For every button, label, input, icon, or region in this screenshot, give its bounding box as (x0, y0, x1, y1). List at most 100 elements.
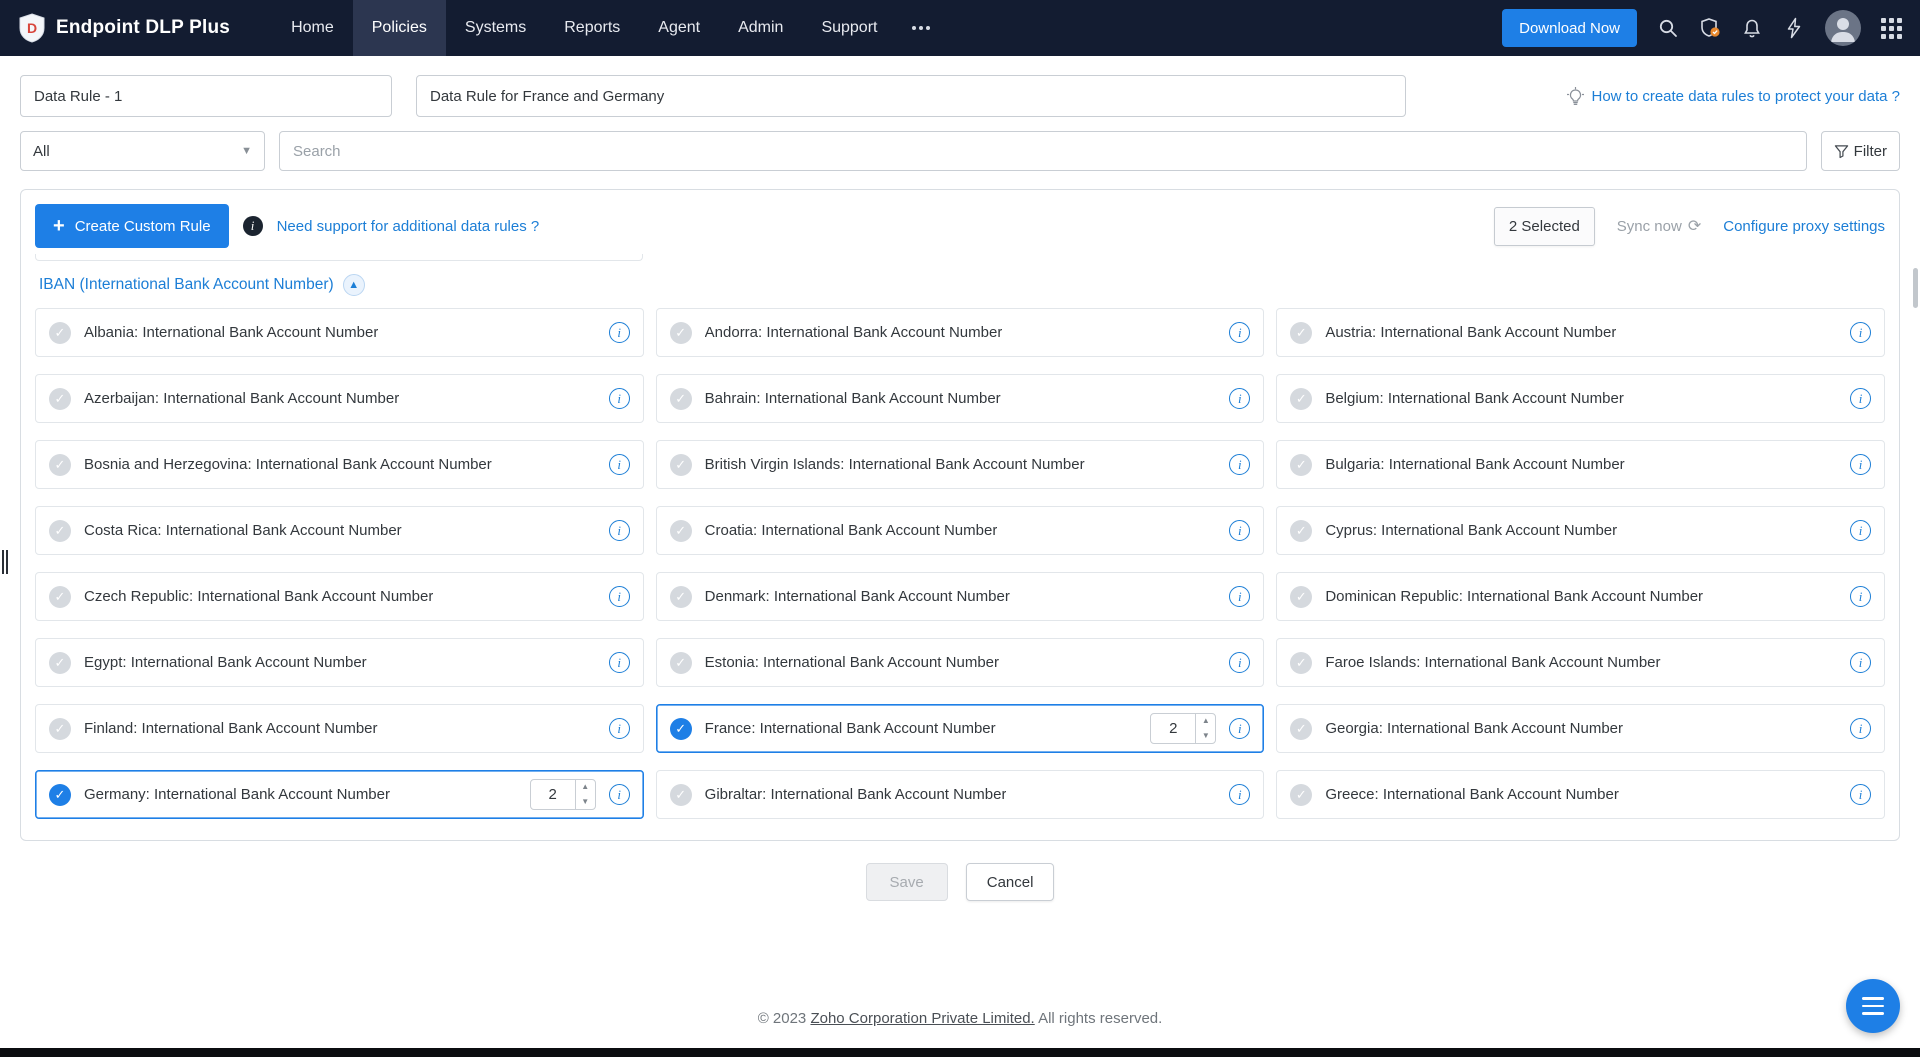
cancel-button[interactable]: Cancel (965, 863, 1055, 901)
create-custom-rule-button[interactable]: + Create Custom Rule (35, 204, 229, 248)
data-rule-card[interactable]: ✓ Bosnia and Herzegovina: International B… (35, 440, 644, 489)
search-icon[interactable] (1657, 17, 1679, 39)
rule-checkbox-icon[interactable]: ✓ (669, 783, 692, 806)
rule-checkbox-icon[interactable]: ✓ (1290, 453, 1313, 476)
save-button[interactable]: Save (865, 863, 948, 901)
rule-info-icon[interactable]: i (608, 652, 630, 673)
data-rule-card[interactable]: ✓ British Virgin Islands: International B… (655, 440, 1265, 489)
additional-rules-support-link[interactable]: Need support for additional data rules ? (277, 218, 540, 235)
rule-info-icon[interactable]: i (1229, 388, 1251, 409)
rule-checkbox-checked-icon[interactable]: ✓ (669, 717, 692, 740)
rule-info-icon[interactable]: i (1850, 454, 1871, 475)
rule-checkbox-icon[interactable]: ✓ (669, 321, 692, 344)
rule-info-icon[interactable]: i (1229, 586, 1251, 607)
nav-item-support[interactable]: Support (802, 0, 896, 56)
rule-info-icon[interactable]: i (1850, 322, 1871, 343)
data-rule-card[interactable]: ✓ Croatia: International Bank Account Num… (655, 506, 1265, 555)
rule-checkbox-icon[interactable]: ✓ (1290, 717, 1313, 740)
data-rule-card[interactable]: ✓ Czech Republic: International Bank Acco… (35, 572, 644, 621)
user-avatar[interactable] (1825, 10, 1861, 46)
data-rule-card[interactable]: ✓ Bulgaria: International Bank Account Nu… (1276, 440, 1885, 489)
rule-checkbox-icon[interactable]: ✓ (1290, 387, 1313, 410)
rule-info-icon[interactable]: i (1229, 718, 1251, 739)
rule-info-icon[interactable]: i (1850, 586, 1871, 607)
notifications-bell-icon[interactable] (1741, 17, 1763, 39)
filter-button[interactable]: Filter (1820, 131, 1900, 171)
data-rule-card[interactable]: ✓ Austria: International Bank Account Num… (1276, 308, 1885, 357)
rule-info-icon[interactable]: i (608, 784, 630, 805)
nav-item-reports[interactable]: Reports (545, 0, 639, 56)
zoho-corporation-link[interactable]: Zoho Corporation Private Limited. (810, 1010, 1034, 1027)
left-panel-drag-handle[interactable] (0, 545, 9, 579)
rule-checkbox-icon[interactable]: ✓ (49, 321, 71, 344)
nav-item-home[interactable]: Home (272, 0, 353, 56)
data-rule-card[interactable]: ✓ Belgium: International Bank Account Num… (1276, 374, 1885, 423)
data-rule-card[interactable]: ✓ Greece: International Bank Account Numb… (1276, 770, 1885, 819)
data-rule-card[interactable]: ✓ Dominican Republic: International Bank … (1276, 572, 1885, 621)
rule-name-input[interactable] (20, 75, 392, 117)
data-rule-card[interactable]: ✓ Faroe Islands: International Bank Accou… (1276, 638, 1885, 687)
rule-info-icon[interactable]: i (1229, 322, 1251, 343)
rule-info-icon[interactable]: i (1850, 388, 1871, 409)
help-link[interactable]: How to create data rules to protect your… (1567, 86, 1900, 106)
download-now-button[interactable]: Download Now (1502, 9, 1637, 47)
rule-info-icon[interactable]: i (1229, 784, 1251, 805)
rule-info-icon[interactable]: i (608, 520, 630, 541)
rule-checkbox-icon[interactable]: ✓ (49, 453, 71, 476)
data-rule-card[interactable]: ✓ Egypt: International Bank Account Numbe… (35, 638, 644, 687)
rule-info-icon[interactable]: i (1229, 652, 1251, 673)
rule-checkbox-icon[interactable]: ✓ (49, 519, 71, 542)
quick-actions-lightning-icon[interactable] (1783, 17, 1805, 39)
rule-info-icon[interactable]: i (1850, 784, 1871, 805)
category-dropdown[interactable]: All ▼ (20, 131, 265, 171)
rule-checkbox-icon[interactable]: ✓ (669, 651, 692, 674)
rule-checkbox-icon[interactable]: ✓ (49, 651, 71, 674)
rule-info-icon[interactable]: i (1850, 520, 1871, 541)
data-rule-card[interactable]: ✓ France: International Bank Account Numb… (655, 704, 1265, 753)
rule-description-input[interactable] (416, 75, 1406, 117)
rule-info-icon[interactable]: i (1229, 520, 1251, 541)
occurrence-count-value[interactable]: 2 (1151, 714, 1195, 743)
rule-checkbox-icon[interactable]: ✓ (49, 585, 71, 608)
data-rule-card[interactable]: ✓ Georgia: International Bank Account Num… (1276, 704, 1885, 753)
nav-item-agent[interactable]: Agent (639, 0, 719, 56)
stepper-up-icon[interactable]: ▲ (576, 780, 595, 795)
rule-checkbox-icon[interactable]: ✓ (1290, 519, 1313, 542)
configure-proxy-settings-link[interactable]: Configure proxy settings (1723, 218, 1885, 235)
data-rule-card[interactable]: ✓ Azerbaijan: International Bank Account … (35, 374, 644, 423)
data-rule-card[interactable]: ✓ Denmark: International Bank Account Num… (655, 572, 1265, 621)
data-rule-card[interactable]: ✓ Finland: International Bank Account Num… (35, 704, 644, 753)
nav-more-menu-icon[interactable] (896, 26, 946, 30)
rule-checkbox-icon[interactable]: ✓ (1290, 783, 1313, 806)
collapse-section-icon[interactable]: ▲ (342, 274, 365, 296)
data-rule-card[interactable]: ✓ Cyprus: International Bank Account Numb… (1276, 506, 1885, 555)
occurrence-count-value[interactable]: 2 (531, 780, 575, 809)
floating-menu-button[interactable] (1846, 979, 1900, 1033)
apps-grid-icon[interactable] (1881, 17, 1902, 39)
rule-checkbox-icon[interactable]: ✓ (669, 519, 692, 542)
security-alert-icon[interactable] (1699, 17, 1721, 39)
data-rule-card[interactable]: ✓ Estonia: International Bank Account Num… (655, 638, 1265, 687)
rule-info-icon[interactable]: i (608, 454, 630, 475)
rule-info-icon[interactable]: i (608, 322, 630, 343)
rule-checkbox-icon[interactable]: ✓ (669, 585, 692, 608)
nav-item-systems[interactable]: Systems (446, 0, 545, 56)
data-rule-card[interactable]: ✓ Albania: International Bank Account Num… (35, 308, 644, 357)
data-rule-card[interactable]: ✓ Costa Rica: International Bank Account … (35, 506, 644, 555)
occurrence-count-stepper[interactable]: 2 ▲ ▼ (529, 779, 596, 810)
sync-now-button[interactable]: Sync now ⟳ (1617, 216, 1701, 236)
nav-item-admin[interactable]: Admin (719, 0, 802, 56)
rule-info-icon[interactable]: i (1850, 718, 1871, 739)
data-rule-card[interactable]: ✓ Gibraltar: International Bank Account N… (655, 770, 1265, 819)
selected-count-badge[interactable]: 2 Selected (1493, 206, 1595, 246)
search-input[interactable] (279, 131, 1807, 171)
stepper-down-icon[interactable]: ▼ (576, 795, 595, 810)
rule-info-icon[interactable]: i (608, 586, 630, 607)
rule-checkbox-icon[interactable]: ✓ (1290, 585, 1313, 608)
data-rule-card[interactable]: ✓ Andorra: International Bank Account Num… (655, 308, 1265, 357)
rule-info-icon[interactable]: i (608, 388, 630, 409)
rule-info-icon[interactable]: i (1229, 454, 1251, 475)
data-rule-card[interactable]: ✓ Bahrain: International Bank Account Num… (655, 374, 1265, 423)
occurrence-count-stepper[interactable]: 2 ▲ ▼ (1150, 713, 1217, 744)
rule-info-icon[interactable]: i (608, 718, 630, 739)
